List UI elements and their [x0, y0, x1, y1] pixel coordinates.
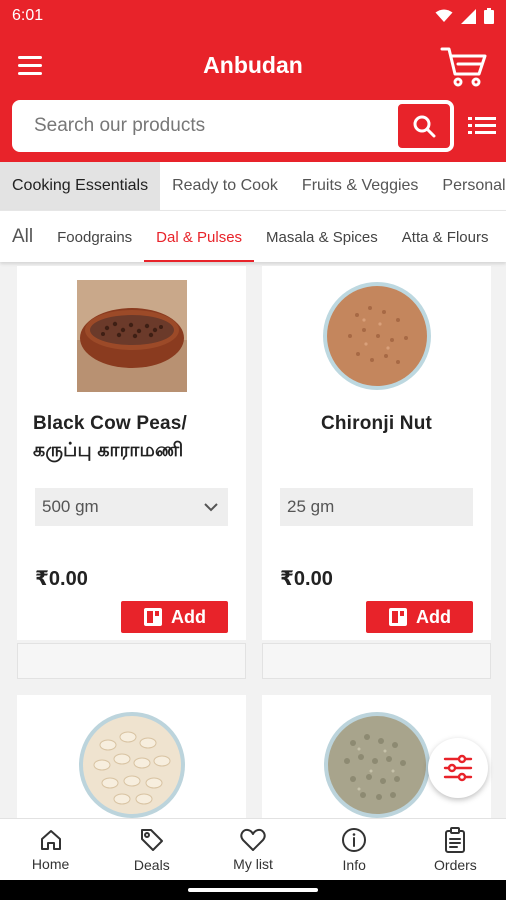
category-tabs: Cooking Essentials Ready to Cook Fruits … [0, 162, 506, 210]
filter-sliders-icon [443, 754, 473, 782]
nav-deals-label: Deals [133, 856, 170, 873]
tab-ready-to-cook[interactable]: Ready to Cook [160, 162, 290, 210]
subtab-dal-pulses[interactable]: Dal & Pulses [144, 211, 254, 262]
list-view-icon[interactable] [468, 114, 496, 138]
nav-my-list-label: My list [233, 855, 273, 872]
product-grid: Black Cow Peas/ கருப்பு காராமணி 500 gm ₹… [0, 262, 506, 818]
quantity-select[interactable]: 500 gm [35, 488, 228, 526]
app-title: Anbudan [203, 52, 303, 78]
subtab-all[interactable]: All [0, 211, 45, 262]
search-button[interactable] [396, 102, 452, 150]
gesture-bar [0, 880, 506, 900]
add-button-label: Add [416, 606, 451, 627]
info-icon [342, 827, 367, 852]
subtab-atta-flours[interactable]: Atta & Flours [390, 211, 501, 262]
signal-icon [461, 8, 476, 24]
product-card[interactable]: Black Cow Peas/ கருப்பு காராமணி 500 gm ₹… [17, 266, 246, 640]
app-header: Anbudan [0, 32, 506, 162]
cart-add-icon [144, 608, 162, 626]
tab-fruits-veggies[interactable]: Fruits & Veggies [290, 162, 431, 210]
nav-info[interactable]: Info [304, 819, 405, 880]
product-name[interactable]: Black Cow Peas/ கருப்பு காராமணி [33, 410, 230, 464]
home-icon [40, 829, 61, 850]
product-image[interactable] [262, 280, 491, 392]
system-icons [435, 8, 494, 24]
battery-icon [484, 8, 494, 24]
add-to-cart-button[interactable]: Add [366, 601, 473, 633]
card-footer [262, 643, 491, 679]
status-time: 6:01 [12, 7, 44, 24]
clipboard-icon [445, 826, 466, 853]
wifi-icon [435, 9, 453, 22]
product-image[interactable] [17, 280, 246, 392]
subtab-masala-spices[interactable]: Masala & Spices [254, 211, 390, 262]
tag-icon [140, 828, 163, 851]
product-card[interactable]: Chironji Nut 25 gm ₹0.00 Add [262, 266, 491, 640]
search-input[interactable] [14, 102, 396, 150]
add-to-cart-button[interactable]: Add [121, 601, 228, 633]
tab-cooking-essentials[interactable]: Cooking Essentials [0, 162, 161, 210]
card-footer [17, 643, 246, 679]
nav-orders-label: Orders [434, 856, 477, 873]
nav-info-label: Info [342, 856, 366, 873]
quantity-value: 25 gm [287, 497, 335, 516]
subcategory-tabs: All Foodgrains Dal & Pulses Masala & Spi… [0, 210, 506, 262]
nav-my-list[interactable]: My list [202, 819, 303, 880]
product-image[interactable] [17, 711, 246, 818]
nav-deals[interactable]: Deals [101, 819, 202, 880]
product-price: ₹0.00 [280, 568, 333, 590]
chevron-down-icon [204, 502, 218, 511]
filter-button[interactable] [428, 738, 488, 798]
nav-home-label: Home [31, 855, 70, 872]
nav-home[interactable]: Home [0, 819, 101, 880]
bottom-navigation: Home Deals My list Info Orders [0, 818, 506, 880]
cart-add-icon [389, 608, 407, 626]
quantity-select[interactable]: 25 gm [280, 488, 473, 526]
product-card[interactable] [17, 695, 246, 818]
search-bar [12, 100, 454, 152]
heart-icon [240, 828, 266, 851]
tab-personal-care[interactable]: Personal Care [430, 162, 506, 210]
quantity-value: 500 gm [42, 497, 99, 516]
home-gesture-handle[interactable] [188, 888, 318, 892]
cart-icon[interactable] [440, 44, 488, 88]
nav-orders[interactable]: Orders [405, 819, 506, 880]
product-name[interactable]: Chironji Nut [278, 410, 475, 437]
product-price: ₹0.00 [35, 568, 88, 590]
subtab-foodgrains[interactable]: Foodgrains [45, 211, 144, 262]
add-button-label: Add [171, 606, 206, 627]
search-icon [413, 115, 436, 138]
status-bar: 6:01 [0, 0, 506, 32]
